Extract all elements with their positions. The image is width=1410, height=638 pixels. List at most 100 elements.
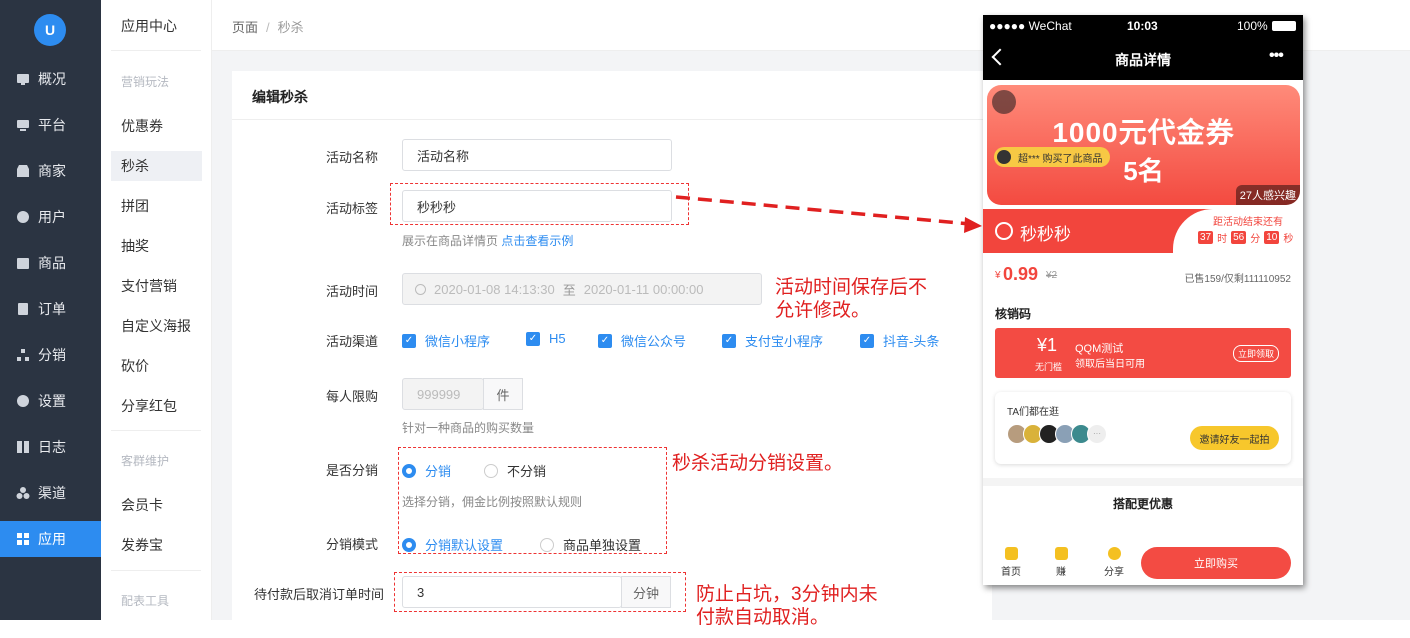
limit-label: 每人限购	[326, 389, 379, 404]
limit-hint: 针对一种商品的购买数量	[402, 421, 535, 435]
countdown: 37 时 56 分 10 秒	[1198, 231, 1294, 245]
app-logo[interactable]: U	[34, 14, 66, 46]
distribution-highlight-box	[398, 447, 667, 554]
mode-label: 分销模式	[326, 537, 379, 552]
sidebar-item-9[interactable]: 渠道	[0, 475, 101, 511]
bag-icon	[16, 256, 30, 270]
interest-badge: 27人感兴趣	[1235, 185, 1300, 205]
submenu-item-6[interactable]: 砍价	[111, 351, 202, 381]
sidebar-item-2[interactable]: 商家	[0, 153, 101, 189]
avatar-list: ···	[1007, 424, 1107, 444]
time-start: 2020-01-08 14:13:30	[434, 281, 555, 297]
phone-tab-bar: 首页 赚 分享 立即购买	[983, 540, 1303, 585]
coupon-desc: 领取后当日可用	[1075, 359, 1145, 370]
flash-tag: 秒秒秒	[1020, 225, 1071, 244]
submenu-item-0[interactable]: 优惠券	[111, 111, 202, 141]
activity-name-input[interactable]: 活动名称	[402, 139, 672, 171]
tab-share[interactable]: 分享	[1099, 547, 1129, 578]
coupon-card: ¥1 无门槛 QQM测试 领取后当日可用 立即领取	[995, 328, 1291, 378]
sidebar-item-5[interactable]: 订单	[0, 291, 101, 327]
price-row: ¥ 0.99 ¥2 已售159/仅剩111110952	[995, 264, 1291, 285]
app-submenu: 应用中心 营销玩法 客群维护 配表工具 优惠券秒杀拼团抽奖支付营销自定义海报砍价…	[101, 0, 212, 620]
submenu-item-3[interactable]: 抽奖	[111, 231, 202, 261]
chart-icon	[16, 72, 30, 86]
status-bar: ●●●●● WeChat 10:03 100%	[983, 15, 1303, 37]
sidebar-item-4[interactable]: 商品	[0, 245, 101, 281]
tag-hint: 展示在商品详情页 点击查看示例	[402, 234, 574, 248]
channel-label: 活动渠道	[326, 334, 379, 349]
card-title: 编辑秒杀	[252, 89, 308, 105]
clipboard-icon	[16, 302, 30, 316]
sidebar-item-8[interactable]: 日志	[0, 429, 101, 465]
tab-earn[interactable]: 赚	[1046, 547, 1076, 578]
tag-label: 活动标签	[326, 201, 379, 216]
channel-checkbox-2[interactable]: ✓ 微信公众号	[598, 331, 686, 350]
more-icon[interactable]: •••	[1269, 47, 1284, 65]
claim-coupon-button[interactable]: 立即领取	[1233, 345, 1280, 362]
gear-icon	[16, 394, 30, 408]
tag-highlight-box	[390, 183, 689, 225]
sidebar-item-1[interactable]: 平台	[0, 107, 101, 143]
submenu-group-marketing: 营销玩法	[121, 75, 170, 89]
limit-input[interactable]: 999999	[402, 378, 484, 410]
countdown-label: 距活动结束还有	[1213, 217, 1283, 228]
book-icon	[16, 440, 30, 454]
combo-title: 搭配更优惠	[1112, 497, 1173, 511]
submenu-item-4[interactable]: 支付营销	[111, 271, 202, 301]
cluster-icon	[16, 486, 30, 500]
invite-friends-button[interactable]: 邀请好友一起拍	[1190, 426, 1279, 450]
original-price: ¥2	[1046, 270, 1058, 281]
coupon-value: ¥1	[1037, 335, 1058, 355]
verify-title: 核销码	[995, 307, 1032, 321]
submenu-item-7[interactable]: 分享红包	[111, 391, 202, 421]
check-icon: ✓	[526, 331, 540, 346]
home-icon	[1004, 547, 1018, 560]
submenu-item-1[interactable]: 秒杀	[111, 151, 202, 181]
sidebar-item-7[interactable]: 设置	[0, 383, 101, 419]
distribution-annotation: 秒杀活动分销设置。	[672, 453, 844, 474]
coupon-condition: 无门槛	[1035, 362, 1063, 372]
submenu-item-2[interactable]: 拼团	[111, 191, 202, 221]
buy-now-button[interactable]: 立即购买	[1141, 547, 1291, 579]
submenu-crm-item-0[interactable]: 会员卡	[111, 490, 202, 520]
check-icon: ✓	[598, 333, 612, 348]
activity-time-range[interactable]: 2020-01-08 14:13:30 至 2020-01-11 00:00:0…	[402, 273, 762, 305]
banner-title: 1000元代金券	[1052, 117, 1235, 148]
check-icon: ✓	[402, 333, 416, 348]
time-label: 活动时间	[326, 284, 379, 299]
channel-checkbox-1[interactable]: ✓ H5	[526, 331, 566, 346]
name-label: 活动名称	[326, 150, 379, 165]
tab-home[interactable]: 首页	[996, 547, 1026, 578]
breadcrumb-root[interactable]: 页面	[232, 20, 258, 35]
banner-count: 5名	[1123, 156, 1164, 186]
view-example-link[interactable]: 点击查看示例	[501, 234, 573, 248]
alarm-icon	[995, 222, 1013, 240]
phone-title: 商品详情	[1115, 52, 1171, 68]
time-end: 2020-01-11 00:00:00	[583, 281, 704, 297]
channel-checkbox-0[interactable]: ✓ 微信小程序	[402, 331, 490, 350]
limit-unit: 件	[483, 378, 523, 410]
flash-sale-bar: 秒秒秒 距活动结束还有 37 时 56 分 10 秒	[983, 209, 1303, 253]
sidebar-item-10[interactable]: 应用	[0, 521, 101, 557]
sold-count: 已售159/仅剩111110952	[1184, 274, 1291, 285]
cancel-highlight-box	[394, 572, 686, 612]
product-banner: 1000元代金券 超*** 购买了此商品 5名 27人感兴趣	[987, 85, 1300, 205]
check-icon: ✓	[722, 333, 736, 348]
together-title: TA们都在逛	[1007, 407, 1060, 418]
time-annotation: 活动时间保存后不 允许修改。	[775, 277, 928, 321]
user-icon	[16, 210, 30, 224]
channel-checkbox-3[interactable]: ✓ 支付宝小程序	[722, 331, 823, 350]
sidebar-item-0[interactable]: 概况	[0, 61, 101, 97]
clock-icon	[415, 283, 426, 295]
distribution-label: 是否分销	[326, 463, 379, 478]
sidebar-item-6[interactable]: 分销	[0, 337, 101, 373]
main-sidebar: U 概况平台商家用户商品订单分销设置日志渠道应用	[0, 0, 101, 620]
submenu-item-5[interactable]: 自定义海报	[111, 311, 202, 341]
submenu-title: 应用中心	[121, 18, 177, 34]
submenu-group-crm: 客群维护	[121, 454, 170, 468]
submenu-group-tools: 配表工具	[121, 594, 170, 608]
sidebar-item-3[interactable]: 用户	[0, 199, 101, 235]
battery-icon	[1272, 21, 1296, 31]
channel-checkbox-4[interactable]: ✓ 抖音-头条	[860, 331, 939, 350]
submenu-crm-item-1[interactable]: 发券宝	[111, 530, 202, 560]
